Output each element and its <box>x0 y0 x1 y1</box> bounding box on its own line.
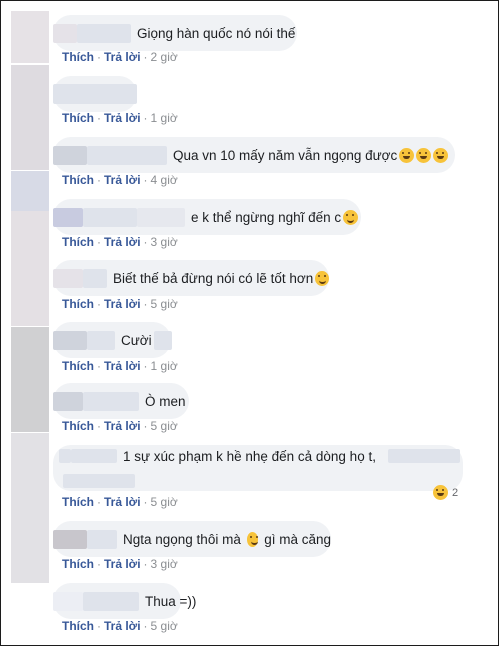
blurred-author-name <box>87 330 115 350</box>
avatar <box>11 11 49 63</box>
reply-button[interactable]: Trả lời <box>104 50 141 64</box>
smile-icon <box>315 270 329 286</box>
comment-bubble: Qua vn 10 mấy năm vẫn ngọng được <box>53 137 455 173</box>
reply-button[interactable]: Trả lời <box>104 235 141 249</box>
avatar <box>11 211 49 326</box>
laughing-tears-icon <box>399 147 415 163</box>
comment-bubble: Ò men <box>53 383 189 419</box>
comment-text: Ngta ngọng thôi mà <box>123 531 241 547</box>
blurred-author-name <box>137 207 185 227</box>
blurred-author-name <box>77 23 131 43</box>
comment-text: Cười <box>121 332 152 348</box>
reaction-count: 2 <box>452 486 459 499</box>
avatar <box>11 65 49 170</box>
blurred-author-name <box>83 268 107 288</box>
reply-button[interactable]: Trả lời <box>104 495 141 509</box>
blurred-author-name <box>53 391 83 411</box>
laughing-tears-icon <box>433 485 448 500</box>
timestamp: 5 giờ <box>150 297 178 311</box>
comment-bubble: e k thể ngừng nghĩ đến c <box>53 199 361 235</box>
reply-button[interactable]: Trả lời <box>104 419 141 433</box>
comment-actions: Thích · Trả lời · 5 giờ <box>62 419 178 433</box>
comment-actions: Thích · Trả lời · 5 giờ <box>62 619 178 633</box>
reply-button[interactable]: Trả lời <box>104 359 141 373</box>
timestamp: 1 giờ <box>150 111 178 125</box>
like-button[interactable]: Thích <box>62 235 94 249</box>
avatar <box>11 433 49 583</box>
like-button[interactable]: Thích <box>62 359 94 373</box>
avatar <box>11 171 49 211</box>
blurred-tag <box>387 449 460 463</box>
comment-text: Thua =)) <box>145 593 197 609</box>
comment-text: Qua vn 10 mấy năm vẫn ngọng được <box>173 147 398 163</box>
comment-bubble: Ngta ngọng thôi mà gì mà căng <box>53 521 331 557</box>
blurred-author-name <box>71 449 117 463</box>
comment-bubble <box>53 76 137 112</box>
timestamp: 3 giờ <box>150 557 178 571</box>
comment-actions: Thích · Trả lời · 1 giờ <box>62 111 178 125</box>
comment-actions: Thích · Trả lời · 3 giờ <box>62 557 178 571</box>
timestamp: 3 giờ <box>150 235 178 249</box>
blurred-author-name <box>83 591 139 611</box>
laughing-tears-icon <box>433 147 449 163</box>
comment-actions: Thích · Trả lời · 3 giờ <box>62 235 178 249</box>
reply-button[interactable]: Trả lời <box>104 297 141 311</box>
timestamp: 5 giờ <box>150 619 178 633</box>
timestamp: 5 giờ <box>150 495 178 509</box>
blurred-author-name <box>53 268 83 288</box>
comment-bubble: 1 sự xúc phạm k hề nhẹ đến cả dòng họ t, <box>53 445 463 491</box>
laughing-tears-icon <box>416 147 432 163</box>
grin-icon <box>343 209 359 225</box>
blurred-author-name <box>87 145 167 165</box>
timestamp: 5 giờ <box>150 419 178 433</box>
blurred-author-name <box>83 207 137 227</box>
like-button[interactable]: Thích <box>62 495 94 509</box>
comment-actions: Thích · Trả lời · 5 giờ <box>62 495 178 509</box>
blurred-author-name <box>53 145 87 165</box>
comment-text: 1 sự xúc phạm k hề nhẹ đến cả dòng họ t, <box>123 449 376 464</box>
like-button[interactable]: Thích <box>62 111 94 125</box>
comment-bubble: Cười <box>53 322 172 358</box>
blurred-author-name <box>53 529 87 549</box>
timestamp: 4 giờ <box>150 173 178 187</box>
like-button[interactable]: Thích <box>62 557 94 571</box>
blurred-author-name <box>53 591 83 611</box>
comment-bubble: Giọng hàn quốc nó nói thế <box>53 15 297 51</box>
reply-button[interactable]: Trả lời <box>104 173 141 187</box>
reply-button[interactable]: Trả lời <box>104 557 141 571</box>
blurred-author-name <box>53 84 137 104</box>
comment-text-continued: gì mà căng <box>264 531 331 547</box>
comment-bubble: Biết thế bả đừng nói có lẽ tốt hơn <box>53 260 329 296</box>
smile-icon <box>246 531 259 547</box>
like-button[interactable]: Thích <box>62 50 94 64</box>
timestamp: 2 giờ <box>150 50 178 64</box>
reply-button[interactable]: Trả lời <box>104 111 141 125</box>
comment-bubble: Thua =)) <box>53 583 196 619</box>
like-button[interactable]: Thích <box>62 619 94 633</box>
comment-thread: Giọng hàn quốc nó nói thế Thích · Trả lời ·… <box>0 0 499 646</box>
comment-text: Giọng hàn quốc nó nói thế <box>137 25 296 41</box>
comment-text: Biết thế bả đừng nói có lẽ tốt hơn <box>113 270 314 286</box>
comment-actions: Thích · Trả lời · 4 giờ <box>62 173 178 187</box>
like-button[interactable]: Thích <box>62 297 94 311</box>
reaction-summary[interactable]: 2 <box>431 485 458 500</box>
avatar <box>11 327 49 432</box>
blurred-author-name <box>53 330 87 350</box>
blurred-author-name <box>87 529 117 549</box>
comment-actions: Thích · Trả lời · 1 giờ <box>62 359 178 373</box>
blurred-author-name <box>53 207 83 227</box>
blurred-author-name <box>53 23 77 43</box>
blurred-author-name <box>83 391 139 411</box>
comment-text: Ò men <box>145 393 186 409</box>
timestamp: 1 giờ <box>150 359 178 373</box>
blurred-tag <box>153 330 172 350</box>
blurred-author-name <box>59 449 71 463</box>
blurred-text <box>63 474 135 488</box>
like-button[interactable]: Thích <box>62 419 94 433</box>
comment-actions: Thích · Trả lời · 2 giờ <box>62 50 178 64</box>
comment-text: e k thể ngừng nghĩ đến c <box>191 209 342 225</box>
like-button[interactable]: Thích <box>62 173 94 187</box>
comment-actions: Thích · Trả lời · 5 giờ <box>62 297 178 311</box>
reply-button[interactable]: Trả lời <box>104 619 141 633</box>
